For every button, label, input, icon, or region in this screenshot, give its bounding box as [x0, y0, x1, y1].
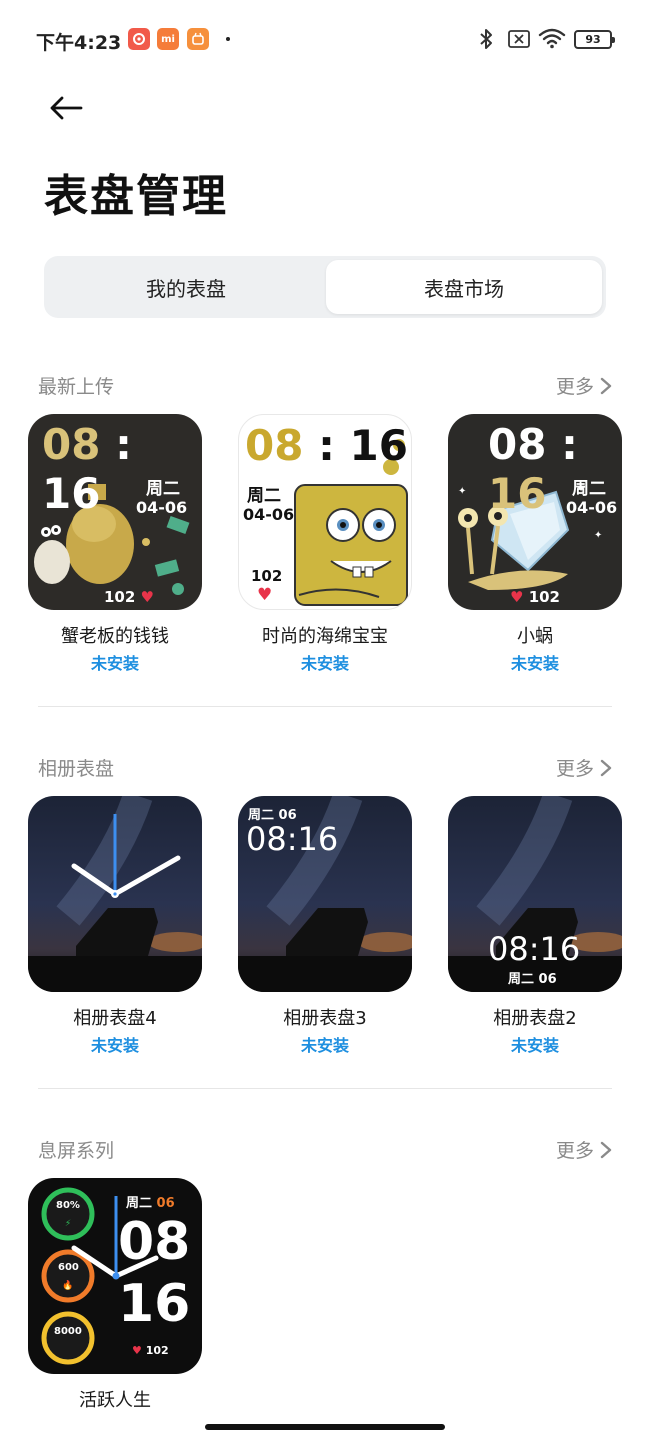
status-bar: 下午4:23 mi 93 [0, 0, 650, 80]
svg-text:⚡: ⚡ [65, 1219, 71, 1229]
divider [38, 706, 612, 707]
face-day: 06 [156, 1196, 175, 1211]
more-label: 更多 [555, 758, 594, 780]
watch-face-preview[interactable]: ⚡ 🔥 80% 600 8000 周二 06 08 16 ♥ 102 [28, 1178, 202, 1374]
watch-face-preview[interactable]: 周二 06 08:16 [238, 796, 412, 992]
svg-text:🔥: 🔥 [62, 1279, 73, 1291]
back-arrow-icon [50, 96, 83, 120]
bluetooth-icon [478, 27, 494, 55]
face-heart-rate: 102 [251, 567, 283, 585]
more-link[interactable]: 更多 [556, 372, 612, 399]
more-link[interactable]: 更多 [556, 754, 612, 781]
face-weekday: 周二 [508, 972, 535, 987]
face-minute: 16 [118, 1274, 191, 1334]
svg-text:✦: ✦ [594, 530, 602, 541]
battery-indicator: 93 [574, 30, 615, 49]
watch-face-preview[interactable] [28, 796, 202, 992]
face-hour: 08 [488, 420, 547, 469]
heart-icon: ♥ [132, 1344, 142, 1357]
chevron-right-icon [600, 759, 612, 776]
tab-my-faces[interactable]: 我的表盘 [48, 260, 324, 314]
face-name: 相册表盘3 [283, 1008, 367, 1029]
heart-icon: ♥ [140, 588, 154, 606]
face-day: 06 [538, 972, 557, 987]
watch-face-preview[interactable]: 08:16 周二 06 [448, 796, 622, 992]
section-title: 息屏系列 [38, 1140, 115, 1162]
heart-icon: ♥ [510, 588, 524, 606]
install-status: 未安装 [510, 1036, 559, 1055]
install-status: 未安装 [300, 1036, 349, 1055]
more-label: 更多 [555, 1140, 594, 1162]
heart-icon: ♥ [257, 585, 273, 605]
no-sim-icon [508, 30, 530, 52]
face-date: 04-06 [566, 498, 618, 517]
face-heart-rate: 102 [104, 588, 136, 606]
svg-text:✦: ✦ [458, 486, 466, 497]
face-minute: 16 [349, 421, 408, 470]
install-status: 未安装 [90, 654, 139, 673]
face-name: 相册表盘4 [73, 1008, 157, 1029]
more-notifications-dot [226, 37, 230, 41]
watch-face-preview[interactable]: 08 : 16 周二 04-06 102 ♥ [28, 414, 202, 610]
watch-face-preview[interactable]: ✦ ✦ ✦ 08 : 16 周二 04-06 ♥ 102 [448, 414, 622, 610]
section-title: 相册表盘 [38, 758, 115, 780]
face-weekday: 周二 [146, 479, 180, 499]
face-name: 蟹老板的钱钱 [61, 626, 169, 647]
face-date: 04-06 [243, 505, 295, 524]
netease-music-icon [128, 28, 150, 50]
chevron-right-icon [600, 1141, 612, 1158]
face-weekday: 周二 [247, 486, 281, 506]
watch-face-preview[interactable]: 08 : 16 周二 04-06 102 ♥ [238, 414, 412, 610]
face-name: 活跃人生 [79, 1390, 151, 1411]
page-title: 表盘管理 [44, 171, 228, 222]
mi-app-icon: mi [157, 28, 179, 50]
face-heart-rate: 102 [145, 1344, 169, 1357]
chevron-right-icon [600, 377, 612, 394]
calories-ring-value: 600 [58, 1262, 79, 1273]
face-weekday: 周二 [126, 1196, 153, 1211]
night-sky-photo [28, 796, 202, 992]
home-indicator[interactable] [205, 1424, 445, 1430]
face-name: 小蜗 [517, 626, 553, 647]
face-heart-rate: 102 [528, 588, 560, 606]
tab-switcher: 我的表盘 表盘市场 [44, 256, 606, 318]
install-status: 未安装 [510, 654, 559, 673]
install-status: 未安装 [300, 654, 349, 673]
face-hour: 08 [42, 420, 101, 469]
face-name: 时尚的海绵宝宝 [262, 626, 388, 647]
face-date: 04-06 [136, 498, 188, 517]
face-time: 08:16 [246, 820, 339, 858]
tab-face-market[interactable]: 表盘市场 [326, 260, 602, 314]
install-status: 未安装 [90, 1036, 139, 1055]
battery-ring-value: 80% [56, 1200, 80, 1211]
divider [38, 1088, 612, 1089]
section-title: 最新上传 [38, 376, 115, 398]
more-link[interactable]: 更多 [556, 1136, 612, 1163]
face-minute: 16 [42, 469, 101, 518]
steps-ring-value: 8000 [54, 1326, 82, 1337]
wifi-icon [538, 27, 566, 53]
more-label: 更多 [555, 376, 594, 398]
face-hour: 08 [118, 1212, 191, 1272]
face-name: 相册表盘2 [493, 1008, 577, 1029]
face-hour: 08 [245, 421, 304, 470]
face-minute: 16 [488, 469, 547, 518]
face-time: 08:16 [488, 930, 581, 968]
mi-home-icon [187, 28, 209, 50]
face-weekday: 周二 [572, 479, 606, 499]
status-time: 下午4:23 [36, 32, 122, 54]
back-button[interactable] [42, 88, 90, 128]
